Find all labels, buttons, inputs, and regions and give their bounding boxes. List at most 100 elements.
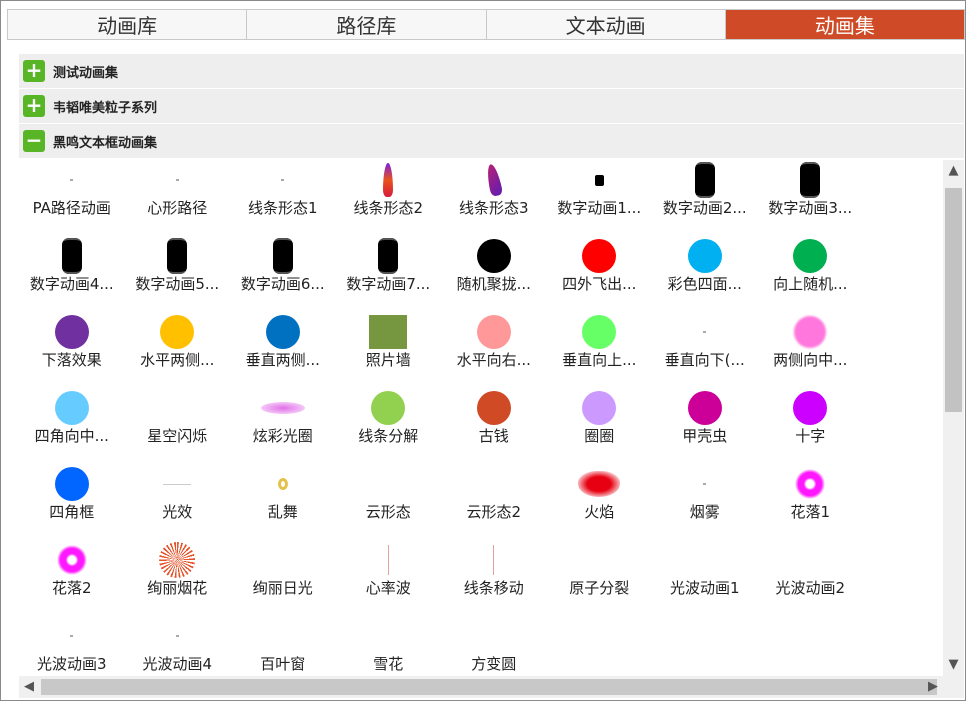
group-row[interactable]: + 测试动画集: [19, 54, 964, 89]
tab-0[interactable]: 动画库: [8, 10, 248, 39]
animation-label: 百叶窗: [260, 655, 306, 673]
animation-item[interactable]: 十字: [758, 388, 864, 464]
animation-item[interactable]: 数字动画6...: [230, 236, 336, 312]
animation-item[interactable]: 光效: [125, 464, 231, 540]
thumbnail-shape: [582, 239, 617, 273]
animation-thumbnail: [336, 540, 442, 580]
animation-item[interactable]: 光波动画1: [652, 540, 758, 616]
animation-item[interactable]: 垂直向上...: [547, 312, 653, 388]
animation-item[interactable]: 雪花: [336, 616, 442, 676]
thumbnail-shape: [687, 239, 722, 273]
animation-item[interactable]: 随机聚拢...: [441, 236, 547, 312]
animation-item[interactable]: 数字动画4...: [19, 236, 125, 312]
scroll-right-icon[interactable]: ▶: [923, 676, 943, 698]
animation-label: 烟雾: [689, 503, 720, 521]
animation-item[interactable]: 数字动画7...: [336, 236, 442, 312]
animation-label: 圈圈: [584, 427, 615, 445]
animation-thumbnail: [547, 388, 653, 428]
animation-item[interactable]: 下落效果: [19, 312, 125, 388]
animation-item[interactable]: 星空闪烁: [125, 388, 231, 464]
vertical-scroll-thumb[interactable]: [945, 188, 962, 412]
horizontal-scroll-thumb[interactable]: [41, 679, 937, 695]
animation-item[interactable]: 两侧向中...: [758, 312, 864, 388]
animation-label: 数字动画4...: [29, 275, 114, 293]
animation-item[interactable]: 照片墙: [336, 312, 442, 388]
animation-item[interactable]: 垂直两侧...: [230, 312, 336, 388]
thumbnail-shape: [371, 391, 406, 425]
animation-item[interactable]: 四外飞出...: [547, 236, 653, 312]
animation-label: 心率波: [365, 579, 411, 597]
animation-item[interactable]: 光波动画2: [758, 540, 864, 616]
animation-item[interactable]: 花落1: [758, 464, 864, 540]
scroll-up-icon[interactable]: ▲: [943, 160, 964, 182]
animation-thumbnail: [125, 160, 231, 200]
animation-item[interactable]: 线条分解: [336, 388, 442, 464]
animation-item[interactable]: 向上随机...: [758, 236, 864, 312]
animation-label: 光波动画1: [669, 579, 740, 597]
animation-item[interactable]: 线条形态2: [336, 160, 442, 236]
plus-icon[interactable]: +: [23, 95, 45, 117]
horizontal-scrollbar[interactable]: ◀ ▶: [19, 676, 943, 698]
animation-item[interactable]: 数字动画2...: [652, 160, 758, 236]
tab-2[interactable]: 文本动画: [486, 10, 726, 39]
group-row[interactable]: − 黑鸣文本框动画集: [19, 124, 964, 159]
thumbnail-shape: [793, 391, 828, 425]
animation-item[interactable]: 甲壳虫: [652, 388, 758, 464]
animation-item[interactable]: 水平两侧...: [125, 312, 231, 388]
thumbnail-shape: [484, 163, 503, 197]
animation-item[interactable]: 方变圆: [441, 616, 547, 676]
vertical-scrollbar[interactable]: ▲ ▼: [943, 160, 964, 676]
animation-thumbnail: [19, 616, 125, 656]
animation-item[interactable]: 绚丽烟花: [125, 540, 231, 616]
animation-item[interactable]: 心率波: [336, 540, 442, 616]
thumbnail-shape: [793, 239, 828, 273]
animation-thumbnail: [758, 312, 864, 352]
thumbnail-shape: [582, 315, 617, 349]
animation-item[interactable]: 彩色四面...: [652, 236, 758, 312]
plus-icon[interactable]: +: [23, 60, 45, 82]
animation-item[interactable]: 原子分裂: [547, 540, 653, 616]
animation-item[interactable]: 光波动画3: [19, 616, 125, 676]
animation-item[interactable]: 百叶窗: [230, 616, 336, 676]
animation-item[interactable]: 炫彩光圈: [230, 388, 336, 464]
animation-item[interactable]: 数字动画1...: [547, 160, 653, 236]
animation-item[interactable]: 花落2: [19, 540, 125, 616]
animation-item[interactable]: 线条形态1: [230, 160, 336, 236]
animation-item[interactable]: 乱舞: [230, 464, 336, 540]
animation-item[interactable]: 四角框: [19, 464, 125, 540]
animation-item[interactable]: 数字动画3...: [758, 160, 864, 236]
tab-1[interactable]: 路径库: [247, 10, 487, 39]
animation-item[interactable]: 烟雾: [652, 464, 758, 540]
animation-label: 数字动画7...: [346, 275, 431, 293]
animation-item[interactable]: 古钱: [441, 388, 547, 464]
animation-item[interactable]: 水平向右...: [441, 312, 547, 388]
animation-item[interactable]: 线条移动: [441, 540, 547, 616]
animation-item[interactable]: 火焰: [547, 464, 653, 540]
minus-icon[interactable]: −: [23, 130, 45, 152]
animation-thumbnail: [758, 540, 864, 580]
animation-thumbnail: [230, 388, 336, 428]
animation-label: 下落效果: [41, 351, 102, 369]
animation-item[interactable]: 垂直向下(...: [652, 312, 758, 388]
group-row[interactable]: + 韦韬唯美粒子系列: [19, 89, 964, 124]
animation-thumbnail: [441, 388, 547, 428]
animation-item[interactable]: 光波动画4: [125, 616, 231, 676]
scrollbar-corner: [943, 676, 964, 698]
animation-item[interactable]: PA路径动画: [19, 160, 125, 236]
animation-label: 光波动画2: [775, 579, 846, 597]
animation-item[interactable]: 云形态2: [441, 464, 547, 540]
animation-item[interactable]: 四角向中...: [19, 388, 125, 464]
animation-label: 花落1: [790, 503, 831, 521]
animation-item[interactable]: 圈圈: [547, 388, 653, 464]
scroll-down-icon[interactable]: ▼: [943, 654, 964, 676]
animation-item[interactable]: 线条形态3: [441, 160, 547, 236]
animation-item[interactable]: 心形路径: [125, 160, 231, 236]
group-list: + 测试动画集 + 韦韬唯美粒子系列 − 黑鸣文本框动画集: [19, 54, 964, 159]
scroll-left-icon[interactable]: ◀: [19, 676, 39, 698]
animation-item[interactable]: 云形态: [336, 464, 442, 540]
animation-label: 垂直向下(...: [664, 351, 745, 369]
animation-item[interactable]: 数字动画5...: [125, 236, 231, 312]
tab-3[interactable]: 动画集: [725, 10, 964, 39]
animation-item[interactable]: 绚丽日光: [230, 540, 336, 616]
animation-thumbnail: [441, 236, 547, 276]
